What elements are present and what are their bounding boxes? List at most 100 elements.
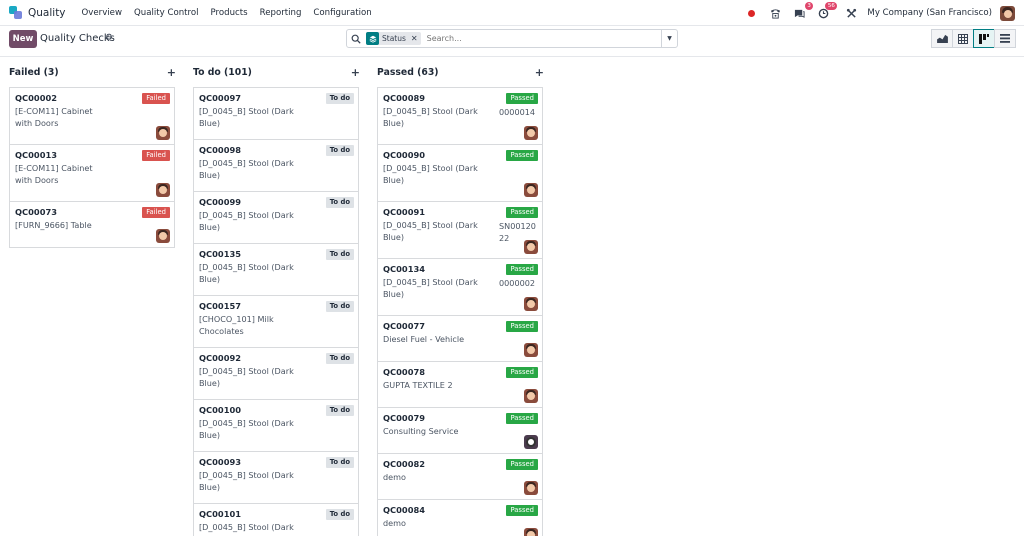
card-product: [FURN_9666] Table	[15, 220, 92, 230]
card-product: [D_0045_B] Stool (Dark Blue)	[199, 210, 294, 232]
chat-badge: 3	[804, 2, 814, 10]
kanban-view-button[interactable]	[973, 29, 995, 48]
status-badge: Passed	[506, 150, 538, 161]
kanban-card[interactable]: QC00098 [D_0045_B] Stool (Dark Blue) To …	[193, 139, 359, 192]
avatar[interactable]	[524, 183, 538, 197]
card-product: [D_0045_B] Stool (Dark Blue)	[383, 277, 478, 299]
card-product: [D_0045_B] Stool (Dark Blue)	[383, 220, 478, 242]
activity-clock-icon[interactable]: 56	[816, 2, 838, 20]
avatar[interactable]	[524, 126, 538, 140]
avatar[interactable]	[524, 297, 538, 311]
graph-view-button[interactable]	[931, 29, 953, 48]
avatar[interactable]	[156, 183, 170, 197]
status-badge: To do	[325, 301, 354, 312]
menu-quality-control[interactable]: Quality Control	[134, 8, 199, 18]
kanban-card[interactable]: QC00135 [D_0045_B] Stool (Dark Blue) To …	[193, 243, 359, 296]
status-badge: Passed	[506, 505, 538, 516]
kanban-card[interactable]: QC00093 [D_0045_B] Stool (Dark Blue) To …	[193, 451, 359, 504]
status-badge: To do	[325, 93, 354, 104]
status-badge: Passed	[506, 459, 538, 470]
kanban-card[interactable]: QC00090 [D_0045_B] Stool (Dark Blue) Pas…	[377, 144, 543, 202]
top-navbar: Quality Overview Quality Control Product…	[0, 0, 1024, 26]
card-product: [D_0045_B] Stool (Dark Blue)	[199, 106, 294, 128]
gear-icon[interactable]: ⚙	[105, 33, 113, 43]
remove-facet-icon[interactable]: ✕	[409, 34, 421, 43]
card-product: [D_0045_B] Stool (Dark Blue)	[383, 163, 478, 185]
menu-products[interactable]: Products	[211, 8, 248, 18]
search-bar: Status ✕ ▼	[346, 29, 678, 48]
layers-icon	[366, 32, 379, 45]
avatar[interactable]	[156, 229, 170, 243]
status-badge: To do	[325, 509, 354, 520]
menu-configuration[interactable]: Configuration	[313, 8, 371, 18]
card-product: [D_0045_B] Stool (Dark Blue)	[199, 522, 294, 536]
list-view-button[interactable]	[994, 29, 1016, 48]
pivot-view-button[interactable]	[952, 29, 974, 48]
kanban-card[interactable]: QC00091 [D_0045_B] Stool (Dark Blue) SN0…	[377, 201, 543, 259]
card-product: [D_0045_B] Stool (Dark Blue)	[199, 366, 294, 388]
card-product: GUPTA TEXTILE 2	[383, 380, 453, 390]
status-dot-icon[interactable]	[744, 6, 758, 20]
kanban-card[interactable]: QC00097 [D_0045_B] Stool (Dark Blue) To …	[193, 87, 359, 140]
facet-label: Status	[382, 34, 406, 43]
avatar[interactable]	[524, 389, 538, 403]
user-avatar[interactable]	[1000, 5, 1015, 21]
phone-icon[interactable]	[768, 6, 782, 20]
avatar[interactable]	[524, 528, 538, 536]
card-product: demo	[383, 472, 406, 482]
kanban-card[interactable]: QC00089 [D_0045_B] Stool (Dark Blue) 000…	[377, 87, 543, 145]
kanban-card[interactable]: QC00077 Diesel Fuel - Vehicle Passed	[377, 315, 543, 362]
avatar[interactable]	[524, 343, 538, 357]
card-product: [E-COM11] Cabinet with Doors	[15, 106, 93, 128]
activity-badge: 56	[825, 2, 838, 10]
avatar[interactable]	[524, 481, 538, 495]
status-badge: To do	[325, 249, 354, 260]
menu-overview[interactable]: Overview	[82, 8, 122, 18]
plus-icon[interactable]: +	[535, 66, 544, 79]
kanban-card[interactable]: QC00092 [D_0045_B] Stool (Dark Blue) To …	[193, 347, 359, 400]
kanban-column-passed: Passed (63) + QC00089 [D_0045_B] Stool (…	[377, 57, 544, 536]
column-title[interactable]: Passed (63)	[377, 67, 439, 78]
company-switcher[interactable]: My Company (San Francisco)	[867, 8, 992, 18]
new-button[interactable]: New	[9, 30, 37, 48]
control-panel: New Quality Checks ⚙ Status ✕ ▼	[0, 26, 1024, 56]
plus-icon[interactable]: +	[351, 66, 360, 79]
column-title[interactable]: Failed (3)	[9, 67, 59, 78]
kanban-board: Failed (3) + QC00002 [E-COM11] Cabinet w…	[0, 56, 1024, 536]
page-title[interactable]: Quality Checks	[40, 33, 115, 44]
avatar[interactable]	[156, 126, 170, 140]
kanban-card[interactable]: QC00134 [D_0045_B] Stool (Dark Blue) 000…	[377, 258, 543, 316]
kanban-card[interactable]: QC00079 Consulting Service Passed	[377, 407, 543, 454]
kanban-card[interactable]: QC00100 [D_0045_B] Stool (Dark Blue) To …	[193, 399, 359, 452]
avatar[interactable]	[524, 435, 538, 449]
kanban-card[interactable]: QC00082 demo Passed	[377, 453, 543, 500]
kanban-card[interactable]: QC00078 GUPTA TEXTILE 2 Passed	[377, 361, 543, 408]
systray: 3 56 My Company (San Francisco)	[739, 0, 1015, 26]
kanban-column-failed: Failed (3) + QC00002 [E-COM11] Cabinet w…	[9, 57, 176, 248]
status-badge: Passed	[506, 93, 538, 104]
card-product: [D_0045_B] Stool (Dark Blue)	[199, 470, 294, 492]
avatar[interactable]	[524, 240, 538, 254]
kanban-card[interactable]: QC00073 [FURN_9666] Table Failed	[9, 201, 175, 248]
kanban-card[interactable]: QC00084 demo Passed	[377, 499, 543, 536]
plus-icon[interactable]: +	[167, 66, 176, 79]
column-title[interactable]: To do (101)	[193, 67, 252, 78]
tools-icon[interactable]	[844, 6, 858, 20]
kanban-card[interactable]: QC00099 [D_0045_B] Stool (Dark Blue) To …	[193, 191, 359, 244]
status-badge: Passed	[506, 413, 538, 424]
status-badge: To do	[325, 197, 354, 208]
status-badge: To do	[325, 405, 354, 416]
kanban-card[interactable]: QC00013 [E-COM11] Cabinet with Doors Fai…	[9, 144, 175, 202]
search-options-toggle-icon[interactable]: ▼	[661, 30, 677, 47]
kanban-card[interactable]: QC00157 [CHOCO_101] Milk Chocolates To d…	[193, 295, 359, 348]
kanban-card[interactable]: QC00002 [E-COM11] Cabinet with Doors Fai…	[9, 87, 175, 145]
menu-reporting[interactable]: Reporting	[260, 8, 302, 18]
kanban-card[interactable]: QC00101 [D_0045_B] Stool (Dark Blue) To …	[193, 503, 359, 536]
chat-icon[interactable]: 3	[792, 2, 814, 20]
app-name[interactable]: Quality	[28, 7, 66, 19]
status-badge: Failed	[142, 93, 170, 104]
search-input[interactable]	[426, 34, 661, 43]
card-product: Consulting Service	[383, 426, 459, 436]
search-icon[interactable]	[347, 34, 365, 44]
quality-app-icon[interactable]	[9, 6, 22, 19]
